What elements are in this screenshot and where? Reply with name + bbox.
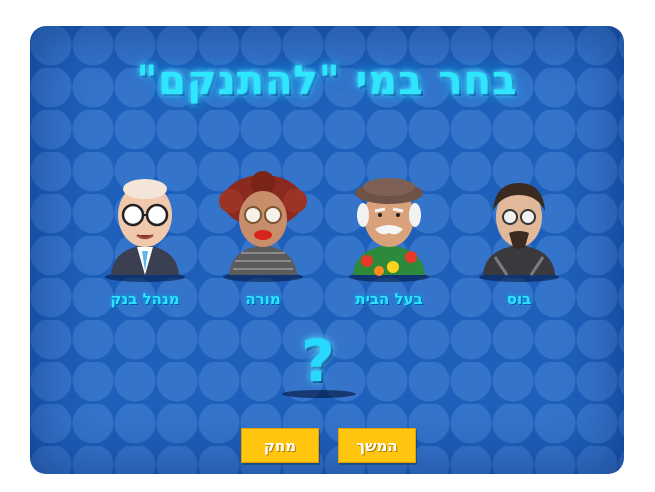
character-landlord[interactable] [341,171,437,283]
question-mark-shadow [282,390,356,398]
delete-button[interactable]: מחק [241,428,319,463]
character-bank-manager[interactable] [97,171,193,283]
character-label-boss[interactable]: בוס [449,290,589,308]
boss-avatar [479,183,559,282]
page-title: בחר במי "להתנקם" [136,58,518,104]
character-label-teacher[interactable]: מורה [193,290,333,308]
game-panel: בחר במי "להתנקם" מנהל בנק מורה בעל הבית … [30,26,624,474]
character-boss[interactable] [471,171,567,283]
landlord-avatar [349,178,429,282]
character-teacher[interactable] [215,171,311,283]
teacher-avatar [219,171,307,282]
bank-manager-avatar [105,179,185,282]
question-mark-icon: ? [301,327,335,395]
character-label-landlord[interactable]: בעל הבית [319,290,459,308]
continue-button[interactable]: המשך [338,428,416,463]
